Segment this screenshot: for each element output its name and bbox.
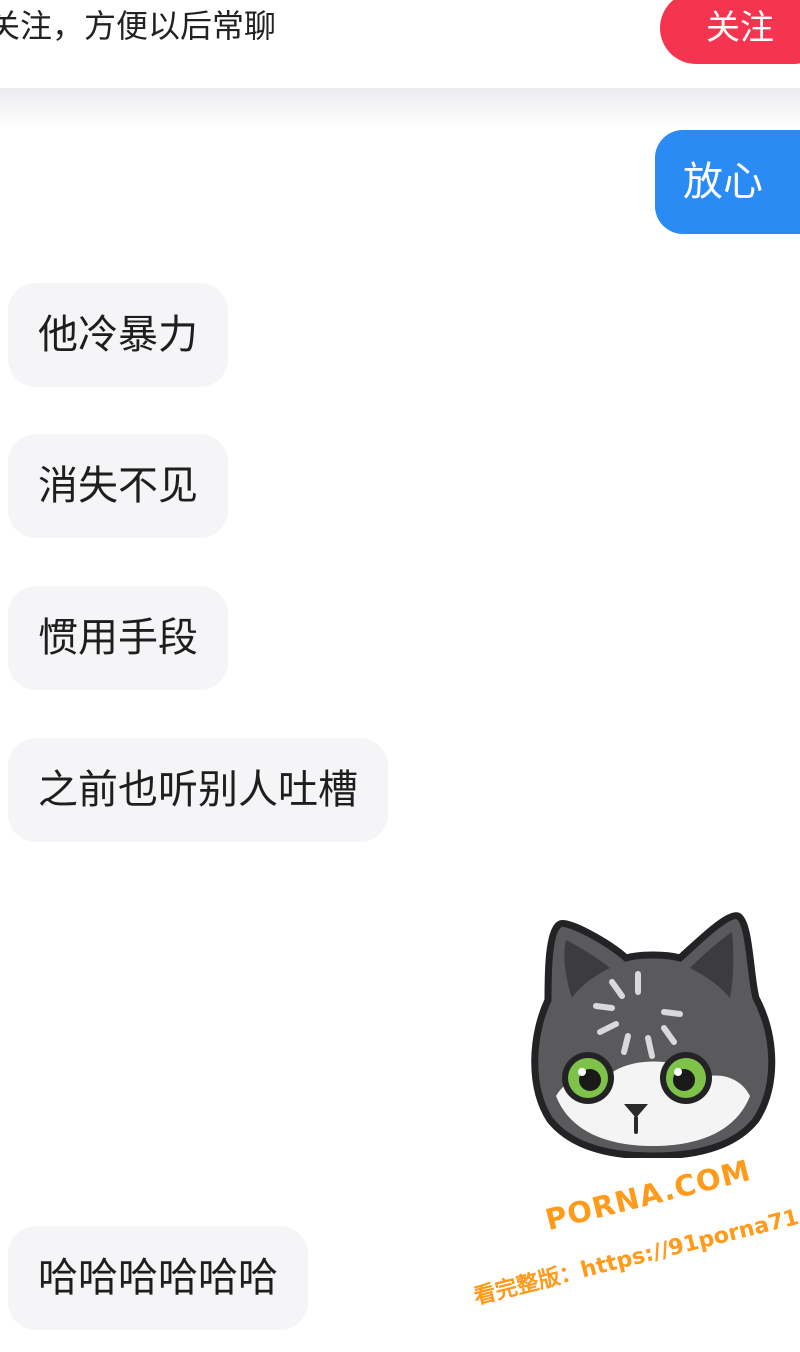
incoming-message-bubble[interactable]: 惯用手段 (8, 586, 228, 690)
outgoing-message-bubble[interactable]: 放心 (655, 130, 800, 234)
incoming-message-bubble[interactable]: 消失不见 (8, 434, 228, 538)
follow-header: 关注，方便以后常聊 关注 (0, 0, 800, 88)
incoming-message-bubble[interactable]: 他冷暴力 (8, 283, 228, 387)
follow-prompt-text: 关注，方便以后常聊 (0, 7, 277, 45)
follow-button[interactable]: 关注 (660, 0, 800, 64)
incoming-message-bubble[interactable]: 哈哈哈哈哈哈 (8, 1226, 308, 1330)
watermark-overlay: PORNA.COM 看完整版：https://91porna71.com (470, 1153, 800, 1338)
cat-loading-sticker-icon[interactable] (528, 906, 778, 1160)
header-divider (0, 88, 800, 128)
incoming-message-bubble[interactable]: 之前也听别人吐槽 (8, 738, 388, 842)
